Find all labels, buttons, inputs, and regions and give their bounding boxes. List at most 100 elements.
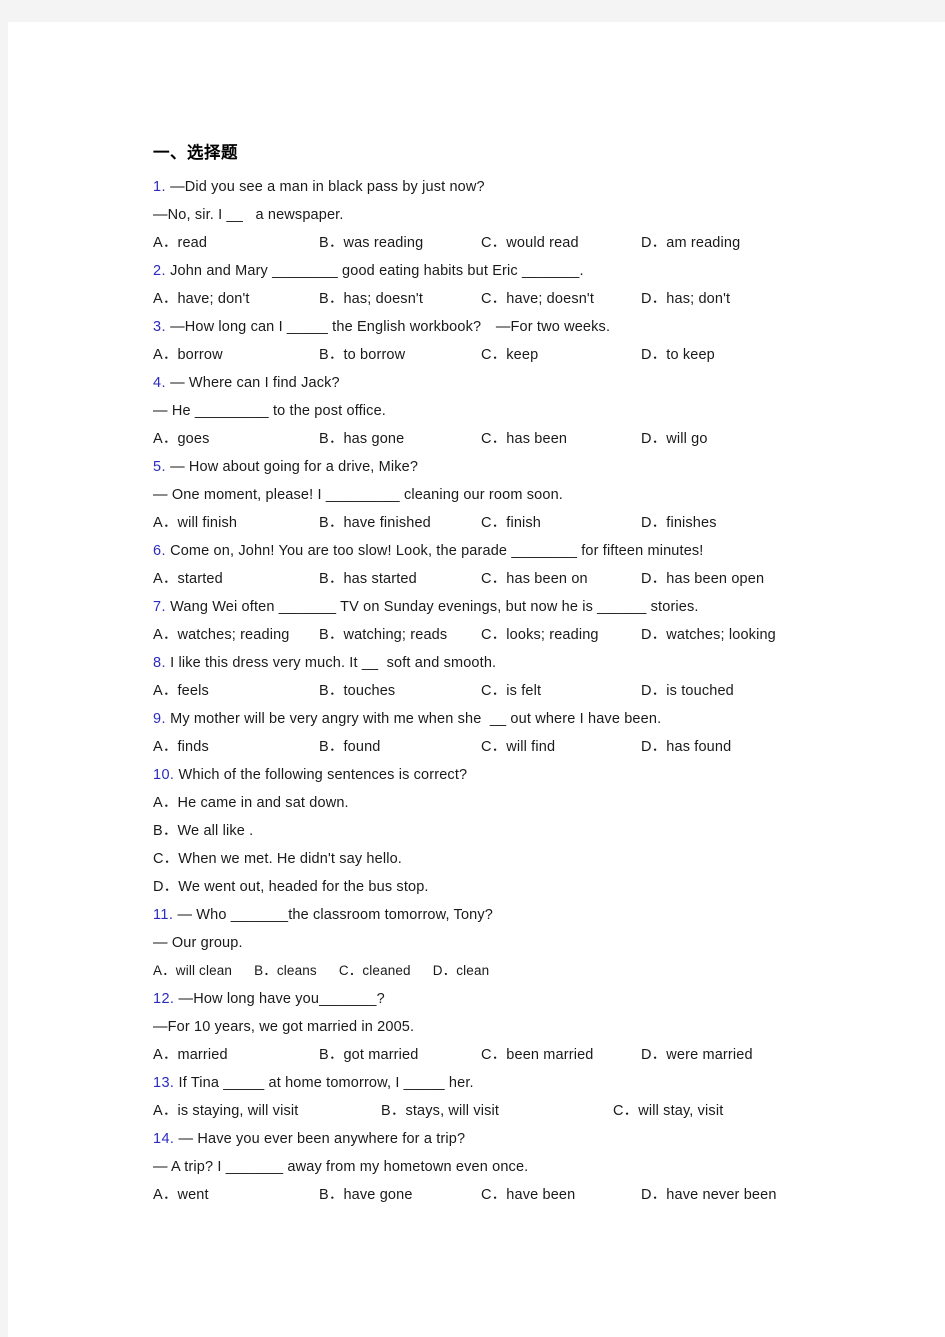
- option-choice[interactable]: D．am reading: [641, 229, 740, 257]
- option-choice[interactable]: B．watching; reads: [319, 621, 481, 649]
- question-stem-continuation: — He _________ to the post office.: [153, 397, 875, 425]
- question-stem: 7. Wang Wei often _______ TV on Sunday e…: [153, 593, 875, 621]
- option-choice[interactable]: C．is felt: [481, 677, 641, 705]
- question-stem: 11. — Who _______the classroom tomorrow,…: [153, 901, 875, 929]
- option-choice[interactable]: B．got married: [319, 1041, 481, 1069]
- option-choice[interactable]: A．married: [153, 1041, 319, 1069]
- option-row: A．have; don't B．has; doesn't C．have; doesn…: [153, 285, 875, 313]
- option-choice[interactable]: A．He came in and sat down.: [153, 789, 875, 817]
- option-choice[interactable]: B．touches: [319, 677, 481, 705]
- question-block: 12. —How long have you_______? —For 10 ye…: [145, 985, 875, 1069]
- option-choice[interactable]: B．to borrow: [319, 341, 481, 369]
- question-stem: 8. I like this dress very much. It __ so…: [153, 649, 875, 677]
- question-stem: 12. —How long have you_______?: [153, 985, 875, 1013]
- option-choice[interactable]: A．feels: [153, 677, 319, 705]
- option-choice[interactable]: D．to keep: [641, 341, 715, 369]
- option-choice[interactable]: C．been married: [481, 1041, 641, 1069]
- question-stem-continuation: —No, sir. I __ a newspaper.: [153, 201, 875, 229]
- option-choice[interactable]: D．We went out, headed for the bus stop.: [153, 873, 875, 901]
- question-number: 2.: [153, 263, 166, 279]
- option-row: A．will finish B．have finished C．finish D．fi…: [153, 509, 875, 537]
- option-choice[interactable]: B．have finished: [319, 509, 481, 537]
- question-block: 13. If Tina _____ at home tomorrow, I __…: [145, 1069, 875, 1125]
- option-choice[interactable]: A．watches; reading: [153, 621, 319, 649]
- question-block: 9. My mother will be very angry with me …: [145, 705, 875, 761]
- question-number: 5.: [153, 459, 166, 475]
- option-choice[interactable]: C．have been: [481, 1181, 641, 1209]
- question-stem-continuation: — Our group.: [153, 929, 875, 957]
- option-choice[interactable]: C．have; doesn't: [481, 285, 641, 313]
- option-choice[interactable]: C．has been on: [481, 565, 641, 593]
- option-choice[interactable]: A．have; don't: [153, 285, 319, 313]
- option-row: A．started B．has started C．has been on D．has…: [153, 565, 875, 593]
- option-choice[interactable]: B．has gone: [319, 425, 481, 453]
- option-choice[interactable]: A．borrow: [153, 341, 319, 369]
- option-choice[interactable]: D．were married: [641, 1041, 753, 1069]
- question-block: 1. —Did you see a man in black pass by j…: [145, 173, 875, 257]
- option-choice[interactable]: D．have never been: [641, 1181, 777, 1209]
- option-choice[interactable]: D．is touched: [641, 677, 734, 705]
- option-choice[interactable]: A．is staying, will visit: [153, 1097, 381, 1125]
- question-number: 13.: [153, 1075, 175, 1091]
- question-number: 11.: [153, 907, 174, 923]
- question-block: 6. Come on, John! You are too slow! Look…: [145, 537, 875, 593]
- option-choice[interactable]: B．has started: [319, 565, 481, 593]
- option-choice[interactable]: C．has been: [481, 425, 641, 453]
- option-row: A．went B．have gone C．have been D．have never…: [153, 1181, 875, 1209]
- question-number: 7.: [153, 599, 166, 615]
- option-choice[interactable]: B．We all like .: [153, 817, 875, 845]
- option-choice[interactable]: A．started: [153, 565, 319, 593]
- option-choice[interactable]: C．will find: [481, 733, 641, 761]
- option-choice[interactable]: D．watches; looking: [641, 621, 776, 649]
- option-choice[interactable]: B．was reading: [319, 229, 481, 257]
- question-text: — One moment, please! I _________ cleani…: [153, 487, 563, 503]
- question-block: 7. Wang Wei often _______ TV on Sunday e…: [145, 593, 875, 649]
- option-choice[interactable]: A．goes: [153, 425, 319, 453]
- option-choice[interactable]: D．will go: [641, 425, 708, 453]
- option-row: A．is staying, will visit B．stays, will vi…: [153, 1097, 875, 1125]
- option-choice[interactable]: A．will clean: [153, 957, 232, 985]
- option-choice[interactable]: D．clean: [433, 957, 490, 985]
- option-choice[interactable]: C．cleaned: [339, 957, 411, 985]
- option-choice[interactable]: A．read: [153, 229, 319, 257]
- question-stem: 3. —How long can I _____ the English wor…: [153, 313, 875, 341]
- option-row: A．feels B．touches C．is felt D．is touched: [153, 677, 875, 705]
- question-stem-continuation: — A trip? I _______ away from my hometow…: [153, 1153, 875, 1181]
- question-stem-continuation: — One moment, please! I _________ cleani…: [153, 481, 875, 509]
- option-choice[interactable]: D．finishes: [641, 509, 717, 537]
- option-choice[interactable]: A．will finish: [153, 509, 319, 537]
- option-choice[interactable]: B．found: [319, 733, 481, 761]
- question-text: I like this dress very much. It __ soft …: [170, 655, 497, 671]
- option-choice[interactable]: C．keep: [481, 341, 641, 369]
- question-text: —How long can I _____ the English workbo…: [170, 319, 611, 335]
- option-choice[interactable]: C．would read: [481, 229, 641, 257]
- option-choice[interactable]: A．finds: [153, 733, 319, 761]
- option-choice[interactable]: C．finish: [481, 509, 641, 537]
- question-text: — Our group.: [153, 935, 243, 951]
- option-choice[interactable]: B．stays, will visit: [381, 1097, 613, 1125]
- question-text: Which of the following sentences is corr…: [178, 767, 468, 783]
- question-stem: 4. — Where can I find Jack?: [153, 369, 875, 397]
- question-text: — He _________ to the post office.: [153, 403, 386, 419]
- question-block: 2. John and Mary ________ good eating ha…: [145, 257, 875, 313]
- document-page: 一、选择题 1. —Did you see a man in black pas…: [8, 22, 945, 1337]
- option-choice[interactable]: B．cleans: [254, 957, 317, 985]
- question-block: 8. I like this dress very much. It __ so…: [145, 649, 875, 705]
- question-stem: 6. Come on, John! You are too slow! Look…: [153, 537, 875, 565]
- option-choice[interactable]: C．When we met. He didn't say hello.: [153, 845, 875, 873]
- question-stem: 1. —Did you see a man in black pass by j…: [153, 173, 875, 201]
- option-choice[interactable]: C．will stay, visit: [613, 1097, 723, 1125]
- question-number: 9.: [153, 711, 166, 727]
- question-block: 14. — Have you ever been anywhere for a …: [145, 1125, 875, 1209]
- option-choice[interactable]: B．has; doesn't: [319, 285, 481, 313]
- option-choice[interactable]: D．has found: [641, 733, 731, 761]
- option-row: A．borrow B．to borrow C．keep D．to keep: [153, 341, 875, 369]
- option-choice[interactable]: C．looks; reading: [481, 621, 641, 649]
- question-number: 4.: [153, 375, 166, 391]
- option-choice[interactable]: D．has been open: [641, 565, 764, 593]
- question-text: —Did you see a man in black pass by just…: [170, 179, 485, 195]
- option-choice[interactable]: A．went: [153, 1181, 319, 1209]
- option-choice[interactable]: D．has; don't: [641, 285, 730, 313]
- question-text: Come on, John! You are too slow! Look, t…: [170, 543, 704, 559]
- option-choice[interactable]: B．have gone: [319, 1181, 481, 1209]
